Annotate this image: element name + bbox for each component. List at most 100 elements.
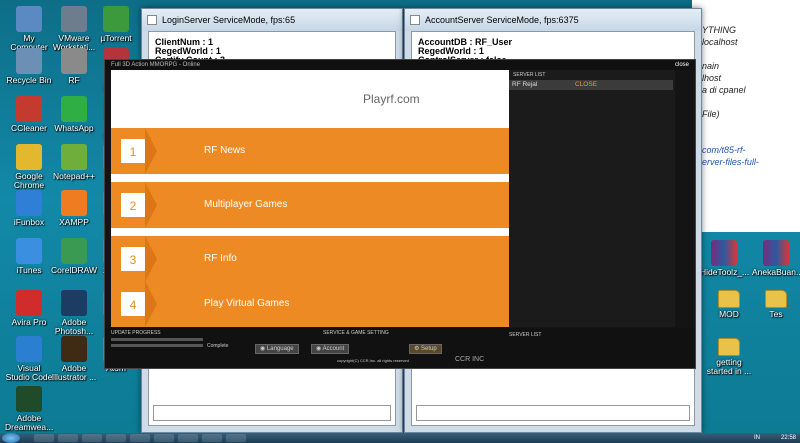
desktop-shortcut-label: XAMPP — [59, 217, 89, 227]
notepad-line — [692, 132, 800, 144]
menu-number: 4 — [121, 292, 145, 316]
desktop-shortcut[interactable]: getting started in ... — [705, 338, 753, 376]
site-logo-text[interactable]: Playrf.com — [363, 92, 420, 106]
user-icon: ◉ — [316, 346, 323, 352]
notepad-line — [692, 120, 800, 132]
menu-label: RF News — [204, 145, 246, 156]
recycle-bin-icon — [16, 48, 42, 74]
launcher-title: Full 3D Action MMORPG - Online — [111, 62, 201, 68]
whatsapp-icon — [61, 96, 87, 122]
launcher-bottom-bar: UPDATE PROGRESS Complete SERVICE & GAME … — [105, 328, 695, 368]
notepad-line: localhost — [702, 37, 738, 47]
account-button[interactable]: ◉ Account — [311, 344, 350, 354]
taskbar-button[interactable] — [178, 434, 198, 442]
taskbar-button[interactable] — [106, 434, 126, 442]
notepad-line: lhost — [702, 73, 722, 83]
desktop-shortcut[interactable]: µTorrent — [92, 6, 140, 43]
launcher-titlebar[interactable]: Full 3D Action MMORPG - Online close — [105, 60, 695, 70]
menu-item-play-virtual-games[interactable]: 4 Play Virtual Games — [111, 281, 509, 327]
complete-label: Complete — [207, 343, 229, 349]
account-label: Account — [322, 346, 345, 352]
desktop-shortcut[interactable]: Adobe Illustrator ... — [50, 336, 98, 382]
desktop-shortcut-label: iTunes — [16, 265, 42, 275]
desktop-shortcut[interactable]: Avira Pro — [5, 290, 53, 327]
desktop-shortcut[interactable]: Tes — [752, 290, 800, 319]
desktop-shortcut[interactable]: CorelDRAW — [50, 238, 98, 275]
menu-number: 3 — [121, 247, 145, 271]
desktop-shortcut[interactable]: iFunbox — [5, 190, 53, 227]
account-window-titlebar[interactable]: AccountServer ServiceMode, fps:6375 — [405, 9, 701, 31]
login-window-titlebar[interactable]: LoginServer ServiceMode, fps:65 — [142, 9, 402, 31]
desktop-shortcut[interactable]: RF — [50, 48, 98, 85]
server-list-heading-bottom: SERVER LIST — [509, 332, 542, 338]
desktop-shortcut[interactable]: WhatsApp — [50, 96, 98, 133]
taskbar: IN 22:58 — [0, 433, 800, 443]
server-list-heading: SERVER LIST — [513, 72, 546, 78]
desktop-shortcut-label: Recycle Bin — [6, 75, 52, 85]
desktop-shortcut[interactable]: XAMPP — [50, 190, 98, 227]
language-button[interactable]: ◉ Language — [255, 344, 299, 354]
taskbar-button[interactable] — [202, 434, 222, 442]
server-row[interactable]: RF Rejal CLOSE — [509, 80, 673, 90]
desktop-shortcut-label: Google Chrome — [13, 171, 45, 190]
menu-item-rf-news[interactable]: 1 RF News — [111, 128, 509, 174]
folder-icon — [765, 290, 787, 308]
brand-text: CCR INC — [455, 356, 485, 363]
globe-icon: ◉ — [260, 346, 267, 352]
menu-item-multiplayer-games[interactable]: 2 Multiplayer Games — [111, 182, 509, 228]
progress-bar-total — [111, 338, 203, 341]
desktop-shortcut-label: AnekaBuan... — [752, 267, 800, 277]
desktop-shortcut[interactable]: iTunes — [5, 238, 53, 275]
arrow-icon — [145, 128, 157, 174]
language-indicator[interactable]: IN — [754, 433, 760, 443]
taskbar-button[interactable] — [226, 434, 246, 442]
rf-launcher-window[interactable]: Full 3D Action MMORPG - Online close Pla… — [104, 59, 696, 369]
taskbar-button[interactable] — [82, 434, 102, 442]
notepad-line: nain — [702, 61, 720, 71]
notepad-line: File) — [702, 109, 720, 119]
setup-label: Setup — [421, 346, 437, 352]
update-progress-label: UPDATE PROGRESS — [111, 330, 161, 336]
rf-shortcut-icon — [61, 48, 87, 74]
desktop-shortcut[interactable]: Adobe Dreamwea... — [5, 386, 53, 432]
desktop-shortcut[interactable]: Visual Studio Code — [5, 336, 53, 382]
desktop-shortcut[interactable]: Recycle Bin — [5, 48, 53, 85]
desktop-shortcut[interactable]: AnekaBuan... — [752, 240, 800, 277]
account-input-box[interactable] — [416, 405, 690, 421]
notepad-line: a di cpanel — [702, 85, 746, 95]
menu-number: 1 — [121, 139, 145, 163]
desktop-shortcut-label: µTorrent — [100, 33, 132, 43]
arrow-icon — [145, 182, 157, 228]
utorrent-icon — [103, 6, 129, 32]
server-name: RF Rejal — [512, 81, 538, 88]
arrow-icon — [145, 236, 157, 282]
ccleaner-icon — [16, 96, 42, 122]
notepad-line: YTHING — [702, 25, 737, 35]
desktop-shortcut[interactable]: Google Chrome — [5, 144, 53, 190]
taskbar-button[interactable] — [154, 434, 174, 442]
menu-label: RF Info — [204, 253, 237, 264]
start-button[interactable] — [2, 433, 20, 443]
server-list-panel: SERVER LIST RF Rejal CLOSE — [509, 70, 675, 327]
desktop-shortcut[interactable]: My Computer — [5, 6, 53, 52]
clock[interactable]: 22:58 — [781, 433, 796, 443]
desktop-shortcut[interactable]: MOD — [705, 290, 753, 319]
desktop-shortcut[interactable]: Adobe Photosh... — [50, 290, 98, 336]
desktop-shortcut-label: Avira Pro — [11, 317, 47, 327]
launcher-close-button[interactable]: close — [675, 60, 689, 70]
taskbar-button[interactable] — [130, 434, 150, 442]
menu-item-rf-info[interactable]: 3 RF Info — [111, 236, 509, 282]
setup-button[interactable]: ⚙ Setup — [409, 344, 442, 354]
desktop-shortcut-label: Adobe Dreamwea... — [5, 413, 54, 432]
desktop-shortcut[interactable]: Notepad++ — [50, 144, 98, 181]
illustrator-icon — [61, 336, 87, 362]
desktop-shortcut[interactable]: CCleaner — [5, 96, 53, 133]
taskbar-button[interactable] — [58, 434, 78, 442]
login-input-box[interactable] — [153, 405, 391, 421]
desktop-shortcut-label: Visual Studio Code — [5, 363, 53, 382]
language-label: Language — [266, 346, 294, 352]
taskbar-button[interactable] — [34, 434, 54, 442]
window-icon — [410, 15, 420, 25]
desktop-shortcut[interactable]: HideToolz_... — [700, 240, 749, 277]
desktop-shortcut[interactable]: VMware Workstati... — [50, 6, 98, 52]
